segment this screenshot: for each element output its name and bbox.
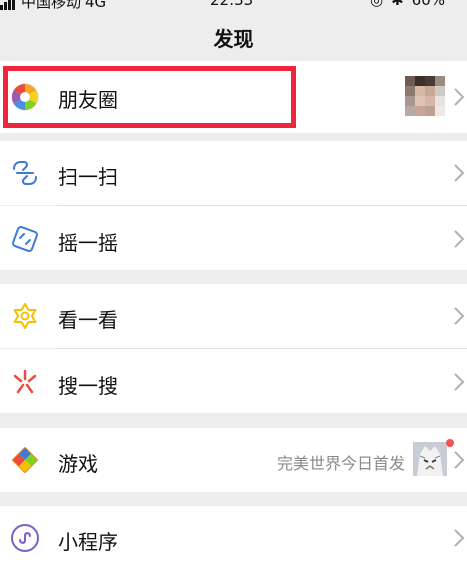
games-subtitle: 完美世界今日首发 [276,454,405,473]
mini-program-icon [11,524,39,552]
menu-item-shake[interactable]: 摇一摇 [0,206,467,270]
highlight-frame [3,66,296,128]
alarm-icon: ◎ [370,0,384,9]
chevron-right-icon [454,230,465,248]
menu-item-search[interactable]: 搜一搜 [0,349,467,413]
signal-icon [0,0,15,10]
menu-item-mini-programs[interactable]: 小程序 [0,506,467,570]
status-right: ◎ ✱ 60% [370,0,445,9]
carrier-label: 中国移动 [21,0,82,11]
bluetooth-icon: ✱ [391,0,404,9]
notification-dot [446,439,454,447]
status-left: 中国移动 4G [0,0,106,12]
game-thumbnail [413,442,447,476]
menu-label-mini-programs: 小程序 [58,530,118,554]
search-sparkle-icon [13,369,37,394]
chevron-right-icon [454,88,465,106]
menu-label-shake: 摇一摇 [58,231,118,255]
menu-label-search: 搜一搜 [58,374,118,398]
chevron-right-icon [454,451,465,469]
shake-icon [12,226,38,252]
nav-bar: 发现 [0,14,467,60]
clock: 22:33 [210,0,254,9]
scan-icon [13,161,37,185]
network-label: 4G [85,0,107,11]
menu-item-games[interactable]: 游戏 完美世界今日首发 [0,428,467,492]
battery-label: 60% [411,0,446,9]
chevron-right-icon [454,307,465,325]
status-bar: 中国移动 4G 22:33 ◎ ✱ 60% [0,0,467,14]
menu-label-games: 游戏 [58,452,98,476]
page-title: 发现 [213,27,254,51]
menu-label-scan: 扫一扫 [58,165,118,189]
menu-item-top-stories[interactable]: 看一看 [0,284,467,348]
menu-item-scan[interactable]: 扫一扫 [0,141,467,205]
chevron-right-icon [454,529,465,547]
game-diamond-icon [12,447,38,473]
chevron-right-icon [454,373,465,391]
top-stories-icon [13,303,37,329]
menu-label-top-stories: 看一看 [58,308,118,332]
moments-avatar [405,76,445,116]
chevron-right-icon [454,164,465,182]
